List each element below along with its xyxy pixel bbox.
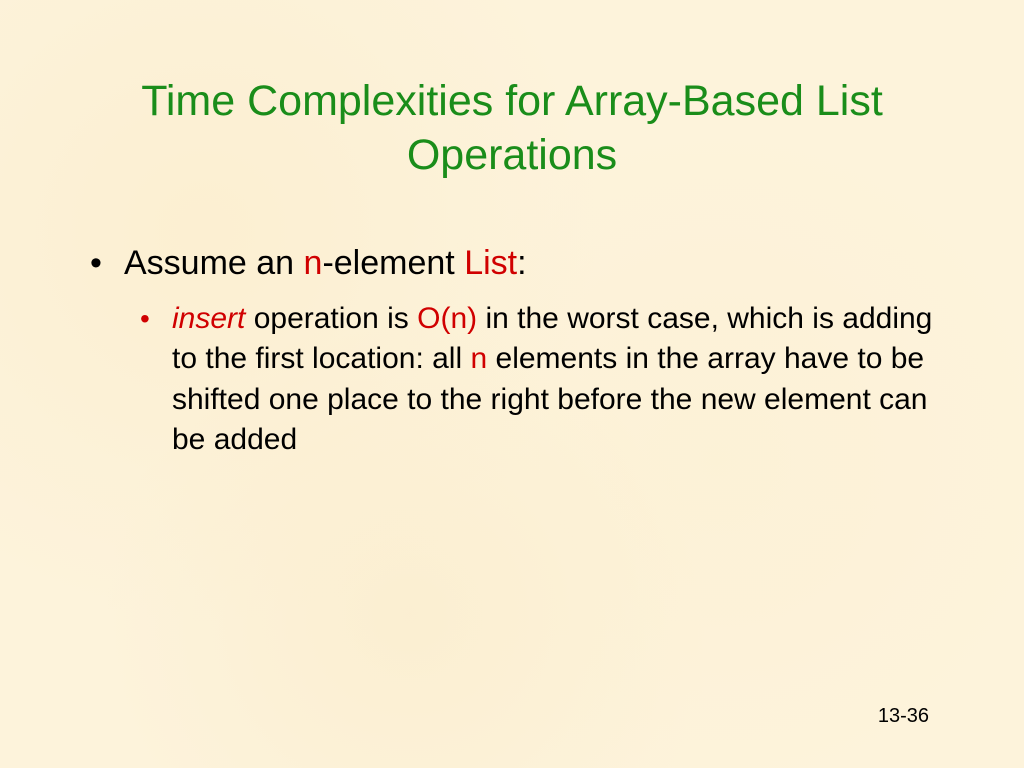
page-number: 13-36: [878, 705, 929, 728]
text-red-bigO: O(n): [417, 302, 477, 335]
text-red-list: List: [464, 244, 517, 282]
slide-container: Time Complexities for Array-Based List O…: [0, 0, 1024, 768]
slide-title: Time Complexities for Array-Based List O…: [80, 75, 944, 183]
text-segment: :: [517, 244, 526, 282]
text-segment: -element: [322, 244, 464, 282]
slide-body: Assume an n-element List: insert operati…: [80, 241, 944, 461]
bullet-level2: insert operation is O(n) in the worst ca…: [140, 299, 944, 461]
text-red-n: n: [304, 244, 323, 282]
bullet-level1: Assume an n-element List:: [90, 241, 944, 285]
text-segment: operation is: [245, 302, 417, 335]
text-segment: Assume an: [124, 244, 304, 282]
text-red-italic-insert: insert: [172, 302, 245, 335]
text-red-n: n: [470, 342, 487, 375]
